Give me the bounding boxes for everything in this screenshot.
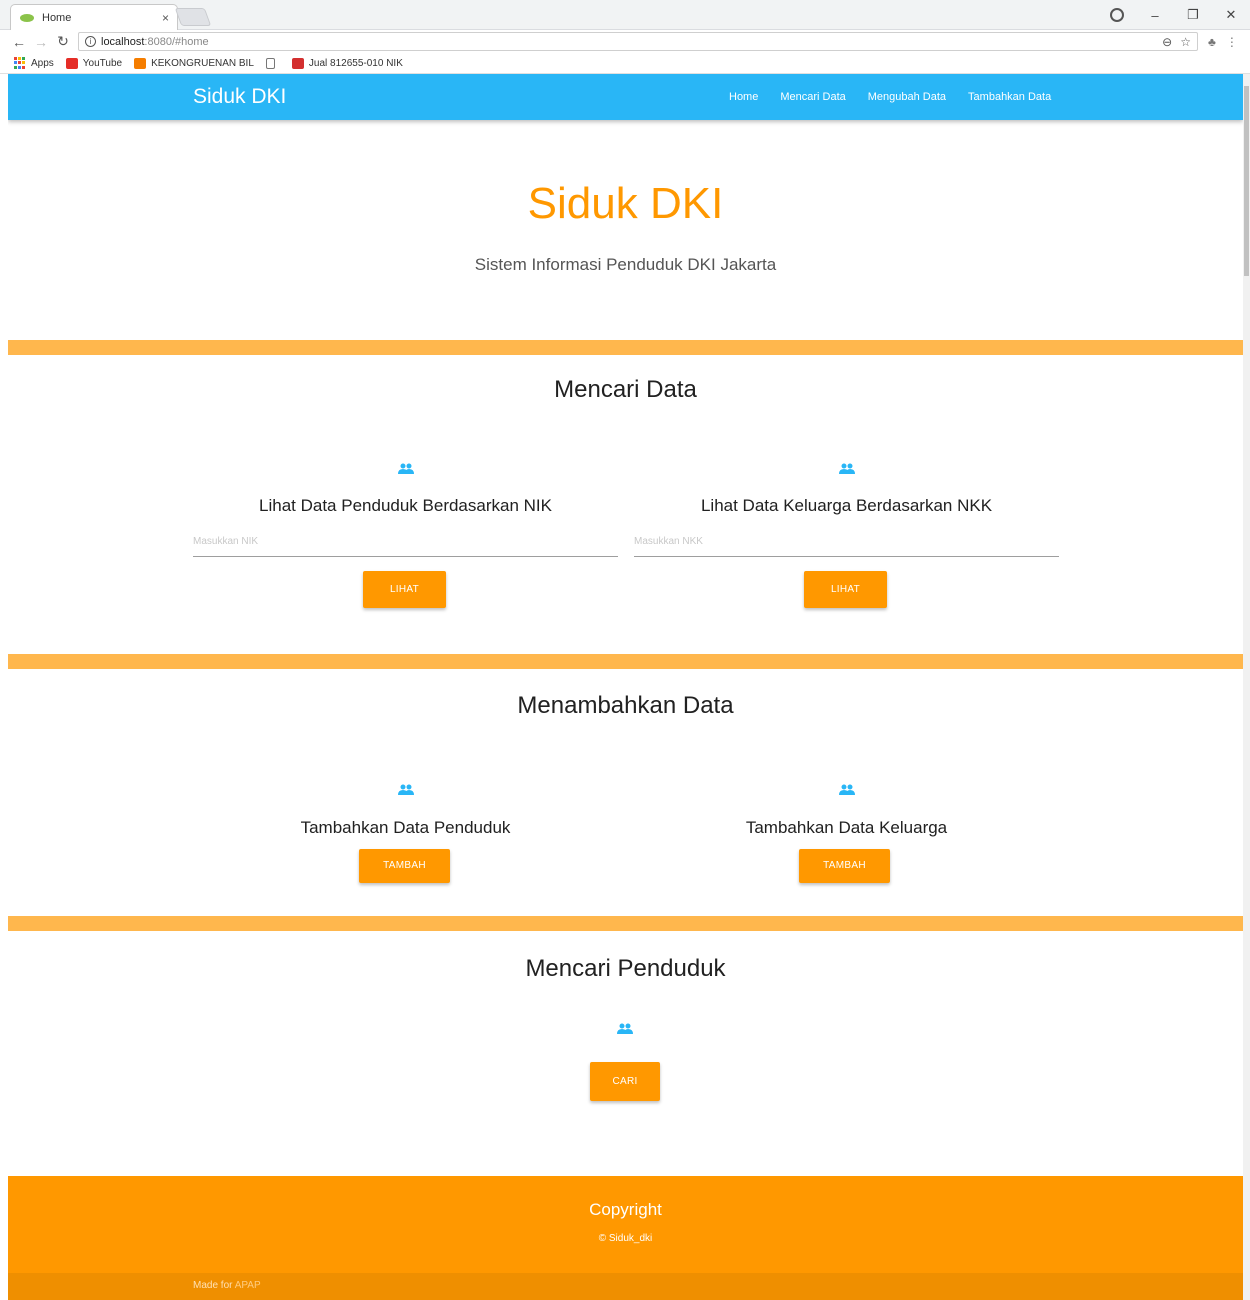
bookmark-label: Apps xyxy=(31,57,54,69)
leaf-favicon-icon xyxy=(20,13,34,22)
footer-bottom-bar: Made for APAP xyxy=(8,1273,1243,1300)
close-tab-icon[interactable]: × xyxy=(162,11,169,25)
nav-link-mengubah-data[interactable]: Mengubah Data xyxy=(857,91,957,103)
bookmark-label: KEKONGRUENAN BIL xyxy=(151,57,254,69)
bookmark-apps[interactable]: Apps xyxy=(14,57,54,69)
nik-input[interactable] xyxy=(193,532,618,551)
tambah-penduduk-button[interactable]: TAMBAH xyxy=(359,849,450,883)
footer: Copyright © Siduk_dki xyxy=(8,1176,1243,1273)
page-icon xyxy=(265,57,275,69)
bookmark-label: YouTube xyxy=(82,57,123,69)
bookmarks-bar: Apps YouTube KEKONGRUENAN BIL Jual 81265… xyxy=(0,53,1250,74)
footer-copyright: © Siduk_dki xyxy=(598,1233,653,1244)
minimize-button[interactable]: – xyxy=(1136,8,1174,23)
people-icon xyxy=(838,463,855,474)
apap-link[interactable]: APAP xyxy=(235,1280,261,1291)
nik-field xyxy=(193,531,618,557)
new-tab-button[interactable] xyxy=(174,8,212,26)
zoom-icon[interactable]: ⊖ xyxy=(1162,35,1172,49)
nav-link-mencari-data[interactable]: Mencari Data xyxy=(769,91,856,103)
card-nkk: Lihat Data Keluarga Berdasarkan NKK xyxy=(634,463,1059,516)
section-title-menambahkan-data: Menambahkan Data xyxy=(517,692,734,719)
card-title: Tambahkan Data Keluarga xyxy=(745,818,948,837)
browser-tab-strip: Home × – ❐ ✕ xyxy=(0,0,1250,30)
page-scrollbar[interactable] xyxy=(1243,74,1250,1300)
bookmark-page[interactable] xyxy=(265,57,280,69)
bookmark-youtube[interactable]: YouTube xyxy=(65,57,123,69)
people-icon xyxy=(397,463,414,474)
nav-link-home[interactable]: Home xyxy=(718,91,769,103)
lihat-nik-button[interactable]: LIHAT xyxy=(363,571,446,608)
info-icon[interactable]: i xyxy=(85,36,96,47)
browser-tab-home[interactable]: Home × xyxy=(10,4,178,30)
section-title-mencari-data: Mencari Data xyxy=(554,376,697,403)
extension-icon[interactable]: ♣ xyxy=(1208,35,1216,49)
section-divider xyxy=(8,340,1243,355)
made-for-prefix: Made for xyxy=(193,1280,235,1291)
address-bar: ← → ↻ i localhost :8080/#home ⊖ ☆ ♣ ⋮ xyxy=(0,30,1250,53)
forward-arrow-icon[interactable]: → xyxy=(30,34,52,50)
nav-links: Home Mencari Data Mengubah Data Tambahka… xyxy=(718,74,1062,120)
url-path: :8080/#home xyxy=(144,35,209,48)
url-host: localhost xyxy=(101,35,145,48)
section-divider xyxy=(8,916,1243,931)
bookmark-label: Jual 812655-010 NIK xyxy=(308,57,403,69)
nkk-input[interactable] xyxy=(634,532,1059,551)
blogger-icon xyxy=(134,57,147,69)
nav-link-tambahkan-data[interactable]: Tambahkan Data xyxy=(957,91,1062,103)
people-icon xyxy=(838,784,855,795)
card-title: Tambahkan Data Penduduk xyxy=(300,818,511,837)
menu-dots-icon[interactable]: ⋮ xyxy=(1226,35,1238,49)
card-nik: Lihat Data Penduduk Berdasarkan NIK xyxy=(193,463,618,516)
navbar-brand[interactable]: Siduk DKI xyxy=(193,85,286,109)
nkk-field xyxy=(634,531,1059,557)
card-title: Lihat Data Penduduk Berdasarkan NIK xyxy=(259,496,552,515)
navbar: Siduk DKI Home Mencari Data Mengubah Dat… xyxy=(8,74,1243,120)
window-controls: – ❐ ✕ xyxy=(1098,0,1250,30)
people-icon xyxy=(397,784,414,795)
scrollbar-thumb[interactable] xyxy=(1244,86,1249,276)
card-tambah-keluarga: Tambahkan Data Keluarga xyxy=(634,784,1059,838)
bookmark-blogger[interactable]: KEKONGRUENAN BIL xyxy=(134,57,254,69)
reload-icon[interactable]: ↻ xyxy=(52,33,74,50)
bookmark-star-icon[interactable]: ☆ xyxy=(1180,35,1191,49)
back-arrow-icon[interactable]: ← xyxy=(8,34,30,50)
tab-title: Home xyxy=(42,11,72,24)
profile-icon[interactable] xyxy=(1110,8,1124,22)
people-icon xyxy=(617,1023,633,1034)
card-tambah-penduduk: Tambahkan Data Penduduk xyxy=(193,784,618,838)
page-content: Siduk DKI Home Mencari Data Mengubah Dat… xyxy=(8,74,1243,1300)
footer-title: Copyright xyxy=(589,1200,662,1219)
youtube-icon xyxy=(65,57,78,69)
apps-icon xyxy=(14,57,26,69)
hero-title: Siduk DKI xyxy=(527,179,724,228)
bookmark-jd[interactable]: Jual 812655-010 NIK xyxy=(291,57,403,69)
section-title-mencari-penduduk: Mencari Penduduk xyxy=(525,955,726,982)
made-for-text: Made for APAP xyxy=(193,1280,261,1291)
tambah-keluarga-button[interactable]: TAMBAH xyxy=(799,849,890,883)
restore-button[interactable]: ❐ xyxy=(1174,7,1212,23)
jd-icon xyxy=(291,57,304,69)
url-input[interactable]: i localhost :8080/#home ⊖ ☆ xyxy=(78,32,1198,51)
section-divider xyxy=(8,654,1243,669)
lihat-nkk-button[interactable]: LIHAT xyxy=(804,571,887,608)
cari-button[interactable]: CARI xyxy=(590,1062,660,1101)
close-window-button[interactable]: ✕ xyxy=(1212,7,1250,23)
hero-subtitle: Sistem Informasi Penduduk DKI Jakarta xyxy=(474,255,777,274)
card-title: Lihat Data Keluarga Berdasarkan NKK xyxy=(700,496,993,515)
